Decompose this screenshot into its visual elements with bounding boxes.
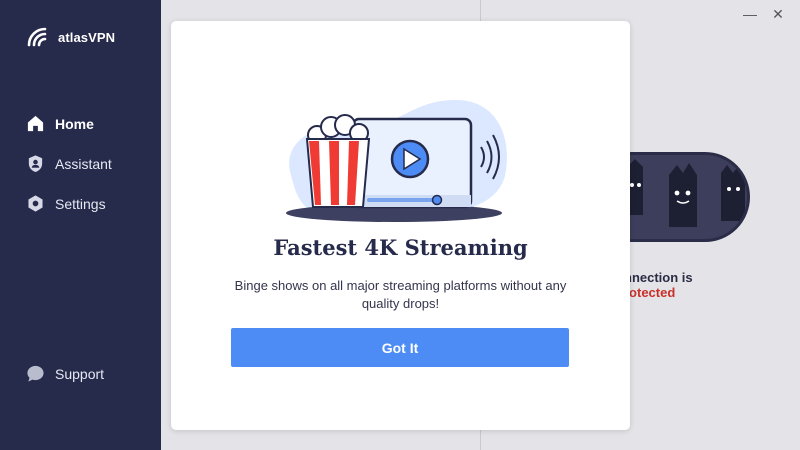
got-it-button[interactable]: Got It xyxy=(231,328,569,367)
sidebar-item-assistant[interactable]: Assistant xyxy=(26,154,112,173)
chat-bubble-icon xyxy=(27,365,44,382)
shield-characters-icon xyxy=(627,159,745,227)
sidebar-item-label: Home xyxy=(55,115,94,132)
minimize-button[interactable]: — xyxy=(742,6,758,22)
sidebar-item-label: Support xyxy=(55,365,105,382)
connection-illustration xyxy=(614,152,750,242)
connection-status-text: nnection is rotected xyxy=(624,270,693,300)
sidebar-item-home[interactable]: Home xyxy=(26,114,94,133)
assistant-shield-icon xyxy=(28,155,43,173)
connection-label: nnection is xyxy=(624,270,693,285)
connection-status: rotected xyxy=(624,285,676,300)
modal-title: Fastest 4K Streaming xyxy=(273,235,528,260)
sidebar-item-label: Assistant xyxy=(55,155,112,172)
app-logo: atlasVPN xyxy=(26,26,115,48)
atlas-logo-icon xyxy=(27,27,47,47)
sidebar: atlasVPN Home Assistant Settings Support xyxy=(0,0,161,450)
home-icon xyxy=(27,115,44,132)
streaming-illustration-icon xyxy=(286,100,507,222)
app-name: atlasVPN xyxy=(58,29,116,45)
feature-modal: Fastest 4K Streaming Binge shows on all … xyxy=(171,21,630,430)
sidebar-item-settings[interactable]: Settings xyxy=(26,194,106,213)
close-button[interactable]: ✕ xyxy=(770,6,786,22)
modal-description: Binge shows on all major streaming platf… xyxy=(234,278,567,311)
gear-icon xyxy=(28,195,43,212)
sidebar-item-support[interactable]: Support xyxy=(26,364,104,383)
sidebar-item-label: Settings xyxy=(55,195,106,212)
